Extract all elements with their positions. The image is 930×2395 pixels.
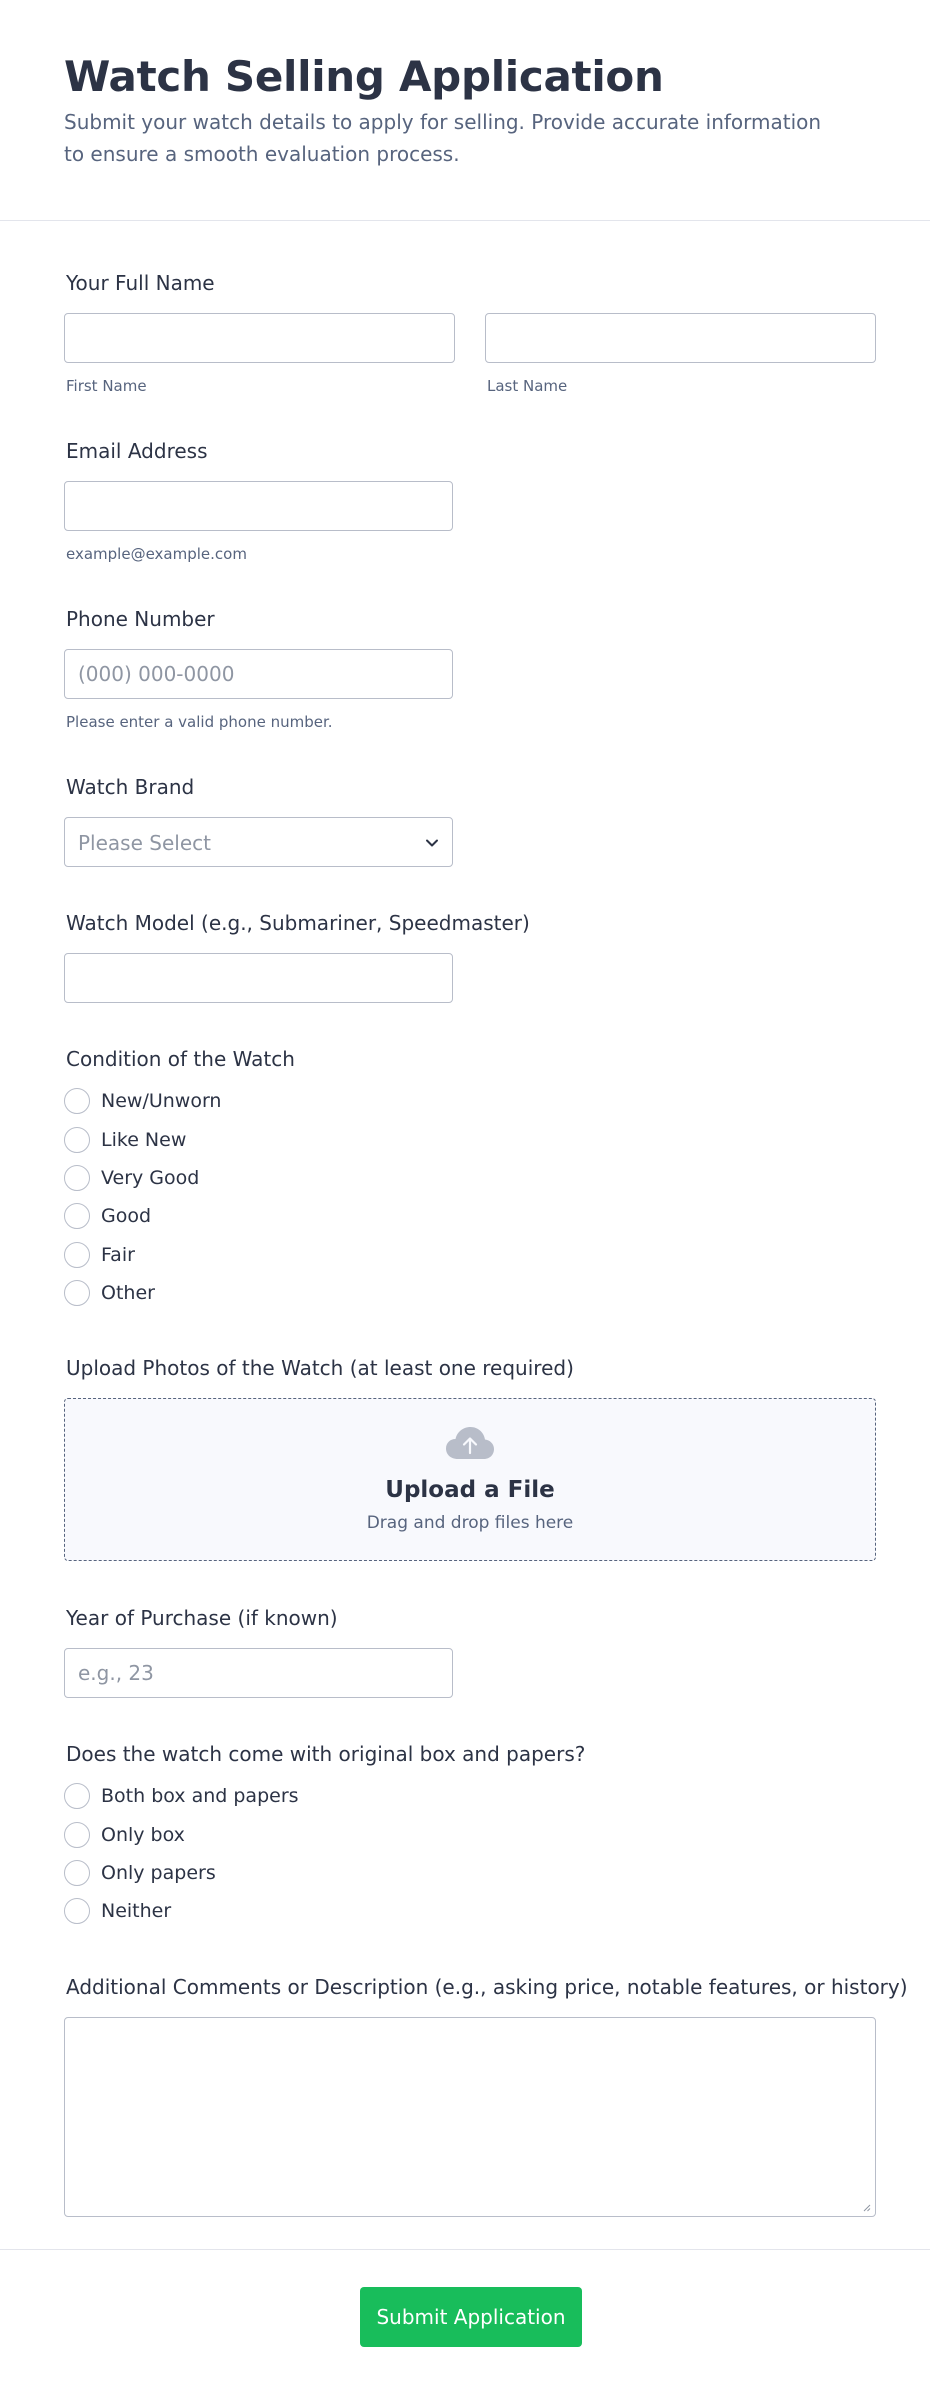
page-title: Watch Selling Application <box>64 52 664 101</box>
radio-button[interactable] <box>64 1280 90 1306</box>
last-name-input[interactable] <box>485 313 876 363</box>
last-name-sublabel: Last Name <box>487 377 568 395</box>
condition-option-label: Very Good <box>101 1167 200 1189</box>
watch-brand-selected-value: Please Select <box>78 831 211 855</box>
year-label: Year of Purchase (if known) <box>66 1606 338 1630</box>
condition-label: Condition of the Watch <box>66 1047 295 1071</box>
box-papers-option-label: Only box <box>101 1824 185 1846</box>
box-papers-label: Does the watch come with original box an… <box>66 1742 586 1766</box>
radio-button[interactable] <box>64 1203 90 1229</box>
footer-divider <box>0 2249 930 2250</box>
radio-button[interactable] <box>64 1783 90 1809</box>
year-input[interactable] <box>64 1648 453 1698</box>
radio-button[interactable] <box>64 1088 90 1114</box>
watch-model-label: Watch Model (e.g., Submariner, Speedmast… <box>66 911 530 935</box>
comments-label: Additional Comments or Description (e.g.… <box>66 1975 908 1999</box>
watch-model-input[interactable] <box>64 953 453 1003</box>
box-papers-option-label: Both box and papers <box>101 1785 299 1807</box>
phone-input[interactable] <box>64 649 453 699</box>
radio-button[interactable] <box>64 1242 90 1268</box>
radio-button[interactable] <box>64 1860 90 1886</box>
comments-textarea[interactable] <box>64 2017 876 2217</box>
full-name-label: Your Full Name <box>66 271 215 295</box>
cloud-upload-icon <box>446 1427 494 1459</box>
photos-label: Upload Photos of the Watch (at least one… <box>66 1356 574 1380</box>
first-name-sublabel: First Name <box>66 377 147 395</box>
upload-hint: Drag and drop files here <box>366 1513 574 1533</box>
resize-handle-icon[interactable] <box>861 2202 871 2212</box>
radio-button[interactable] <box>64 1127 90 1153</box>
submit-application-button[interactable]: Submit Application <box>360 2287 582 2347</box>
file-upload-dropzone[interactable]: Upload a File Drag and drop files here <box>64 1398 876 1561</box>
condition-option-label: Other <box>101 1282 155 1304</box>
chevron-down-icon <box>426 839 438 847</box>
watch-brand-label: Watch Brand <box>66 775 195 799</box>
box-papers-option-label: Neither <box>101 1900 172 1922</box>
first-name-input[interactable] <box>64 313 455 363</box>
condition-option-label: New/Unworn <box>101 1090 222 1112</box>
radio-button[interactable] <box>64 1165 90 1191</box>
radio-button[interactable] <box>64 1822 90 1848</box>
email-sublabel: example@example.com <box>66 545 247 563</box>
watch-brand-select[interactable]: Please Select <box>64 817 453 867</box>
condition-option-label: Good <box>101 1205 152 1227</box>
radio-button[interactable] <box>64 1898 90 1924</box>
page-subtitle: Submit your watch details to apply for s… <box>64 110 822 166</box>
email-field[interactable] <box>64 481 453 531</box>
phone-label: Phone Number <box>66 607 215 631</box>
condition-option-label: Fair <box>101 1244 135 1266</box>
phone-sublabel: Please enter a valid phone number. <box>66 713 333 731</box>
email-label: Email Address <box>66 439 208 463</box>
form-header: Watch Selling Application Submit your wa… <box>0 0 930 221</box>
box-papers-option-label: Only papers <box>101 1862 216 1884</box>
condition-option-label: Like New <box>101 1129 187 1151</box>
upload-title: Upload a File <box>385 1477 555 1503</box>
